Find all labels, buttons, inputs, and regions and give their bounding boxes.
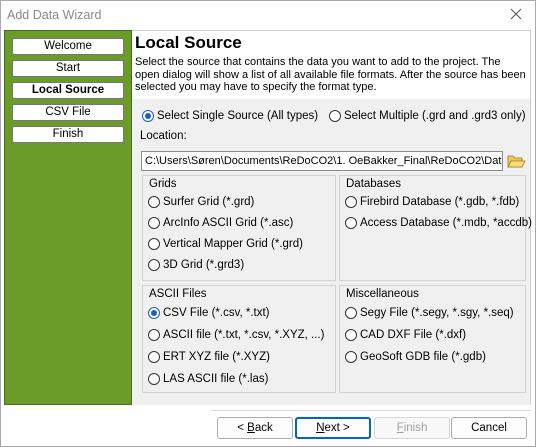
- geosoft-gdb-file-label: GeoSoft GDB file (*.gdb): [360, 351, 486, 363]
- finish-button-label: inish: [403, 422, 428, 434]
- access-database-label: Access Database (*.mdb, *accdb): [360, 217, 532, 229]
- arcinfo-ascii-grid-label: ArcInfo ASCII Grid (*.asc): [163, 217, 294, 229]
- csv-file-radio[interactable]: CSV File (*.csv, *.txt): [148, 307, 270, 319]
- step-start[interactable]: Start: [12, 60, 124, 77]
- open-folder-icon[interactable]: [506, 152, 526, 170]
- firebird-database-label: Firebird Database (*.gdb, *.fdb): [360, 196, 520, 208]
- select-multiple-radio[interactable]: Select Multiple (.grd and .grd3 only): [329, 110, 526, 122]
- firebird-database-radio[interactable]: Firebird Database (*.gdb, *.fdb): [345, 196, 519, 208]
- next-button-label: ext >: [324, 422, 350, 434]
- cad-dxf-file-label: CAD DXF File (*.dxf): [360, 329, 467, 341]
- add-data-wizard-window: Add Data Wizard Welcome Start Local Sour…: [0, 0, 536, 447]
- ert-xyz-file-label: ERT XYZ file (*.XYZ): [163, 351, 270, 363]
- finish-button-mnemonic: F: [396, 422, 404, 434]
- step-csv-file[interactable]: CSV File: [12, 104, 124, 121]
- title-bar: Add Data Wizard: [1, 1, 535, 29]
- radio-dot: [148, 329, 160, 341]
- back-button[interactable]: < Back: [217, 417, 293, 439]
- page-title: Local Source: [135, 33, 242, 52]
- window-title: Add Data Wizard: [7, 8, 102, 22]
- ascii-file-radio[interactable]: ASCII file (*.txt, *.csv, *.XYZ, ...): [148, 329, 324, 341]
- 3d-grid-radio[interactable]: 3D Grid (*.grd3): [148, 259, 244, 271]
- radio-dot: [148, 196, 160, 208]
- miscellaneous-group: Miscellaneous Segy File (*.segy, *.sgy, …: [339, 285, 526, 393]
- radio-dot: [329, 110, 341, 122]
- next-button[interactable]: Next >: [295, 417, 371, 439]
- geosoft-gdb-file-radio[interactable]: GeoSoft GDB file (*.gdb): [345, 351, 486, 363]
- wizard-steps-sidebar: Welcome Start Local Source CSV File Fini…: [4, 30, 132, 405]
- back-button-mnemonic: B: [247, 422, 255, 434]
- step-welcome[interactable]: Welcome: [12, 38, 124, 55]
- page-description: Select the source that contains the data…: [135, 56, 526, 93]
- select-multiple-label: Select Multiple (.grd and .grd3 only): [344, 110, 526, 122]
- radio-dot: [345, 329, 357, 341]
- 3d-grid-label: 3D Grid (*.grd3): [163, 259, 245, 271]
- close-icon[interactable]: [507, 5, 525, 23]
- step-local-source[interactable]: Local Source: [12, 82, 124, 99]
- radio-dot: [148, 217, 160, 229]
- grids-group: Grids Surfer Grid (*.grd) ArcInfo ASCII …: [142, 175, 336, 281]
- databases-group-title: Databases: [346, 178, 401, 190]
- las-ascii-file-radio[interactable]: LAS ASCII file (*.las): [148, 373, 268, 385]
- segy-file-radio[interactable]: Segy File (*.segy, *.sgy, *.seq): [345, 307, 514, 319]
- back-button-label: ack: [254, 422, 273, 434]
- ert-xyz-file-radio[interactable]: ERT XYZ file (*.XYZ): [148, 351, 270, 363]
- radio-dot: [345, 196, 357, 208]
- las-ascii-file-label: LAS ASCII file (*.las): [163, 373, 269, 385]
- segy-file-label: Segy File (*.segy, *.sgy, *.seq): [360, 307, 514, 319]
- radio-dot: [148, 259, 160, 271]
- surfer-grid-label: Surfer Grid (*.grd): [163, 196, 255, 208]
- page-header: Local Source Select the source that cont…: [132, 31, 530, 99]
- back-button-prefix: <: [237, 422, 248, 434]
- databases-group: Databases Firebird Database (*.gdb, *.fd…: [339, 175, 532, 281]
- select-single-source-label: Select Single Source (All types): [157, 110, 319, 122]
- radio-dot: [148, 238, 160, 250]
- finish-button[interactable]: Finish: [374, 417, 450, 439]
- ascii-files-group: ASCII Files CSV File (*.csv, *.txt) ASCI…: [142, 285, 336, 393]
- step-finish[interactable]: Finish: [12, 126, 124, 143]
- ascii-files-group-title: ASCII Files: [149, 288, 207, 300]
- vertical-mapper-grid-radio[interactable]: Vertical Mapper Grid (*.grd): [148, 238, 303, 250]
- wizard-content: Local Source Select the source that cont…: [132, 30, 532, 405]
- radio-dot: [148, 351, 160, 363]
- location-field[interactable]: C:\Users\Søren\Documents\ReDoCO2\1. OeBa…: [141, 151, 503, 171]
- next-button-mnemonic: N: [316, 422, 325, 434]
- radio-dot: [148, 307, 160, 319]
- surfer-grid-radio[interactable]: Surfer Grid (*.grd): [148, 196, 254, 208]
- radio-dot: [345, 217, 357, 229]
- ascii-file-label: ASCII file (*.txt, *.csv, *.XYZ, ...): [163, 329, 325, 341]
- radio-dot: [148, 373, 160, 385]
- access-database-radio[interactable]: Access Database (*.mdb, *accdb): [345, 217, 532, 229]
- radio-dot: [345, 307, 357, 319]
- cad-dxf-file-radio[interactable]: CAD DXF File (*.dxf): [345, 329, 466, 341]
- radio-dot: [142, 110, 154, 122]
- radio-dot: [345, 351, 357, 363]
- arcinfo-ascii-grid-radio[interactable]: ArcInfo ASCII Grid (*.asc): [148, 217, 293, 229]
- cancel-button[interactable]: Cancel: [451, 417, 527, 439]
- miscellaneous-group-title: Miscellaneous: [346, 288, 419, 300]
- location-label: Location:: [140, 130, 187, 142]
- csv-file-label: CSV File (*.csv, *.txt): [163, 307, 270, 319]
- vertical-mapper-grid-label: Vertical Mapper Grid (*.grd): [163, 238, 303, 250]
- select-single-source-radio[interactable]: Select Single Source (All types): [142, 110, 318, 122]
- grids-group-title: Grids: [149, 178, 177, 190]
- footer-divider: [211, 410, 531, 411]
